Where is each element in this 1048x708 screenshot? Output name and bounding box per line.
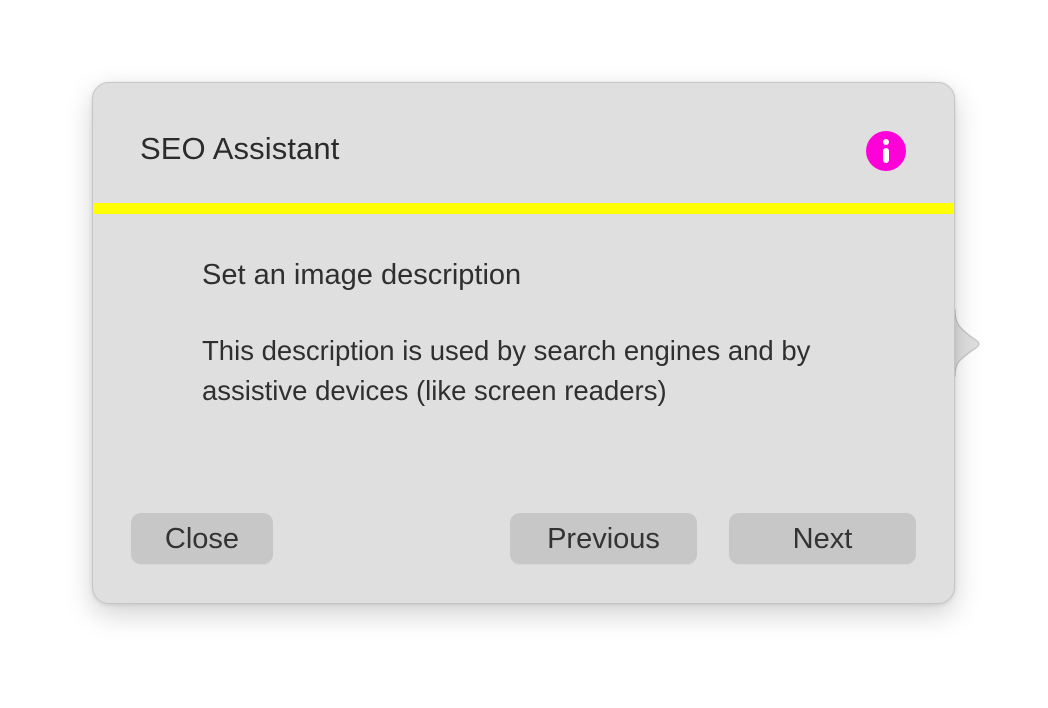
close-button[interactable]: Close: [131, 513, 273, 564]
stage: SEO Assistant Set an image description T…: [0, 0, 1048, 708]
previous-button[interactable]: Previous: [510, 513, 697, 564]
info-icon-stem: [883, 148, 889, 163]
info-icon[interactable]: [866, 131, 906, 171]
popover-header: SEO Assistant: [93, 83, 954, 203]
popover-arrow: [951, 309, 980, 377]
step-title: Set an image description: [202, 259, 522, 291]
step-description: This description is used by search engin…: [202, 335, 811, 406]
seo-assistant-popover: SEO Assistant Set an image description T…: [92, 82, 955, 604]
popover-title: SEO Assistant: [140, 131, 340, 166]
next-button[interactable]: Next: [729, 513, 916, 564]
accent-bar: [93, 203, 954, 214]
info-icon-dot: [883, 139, 889, 145]
